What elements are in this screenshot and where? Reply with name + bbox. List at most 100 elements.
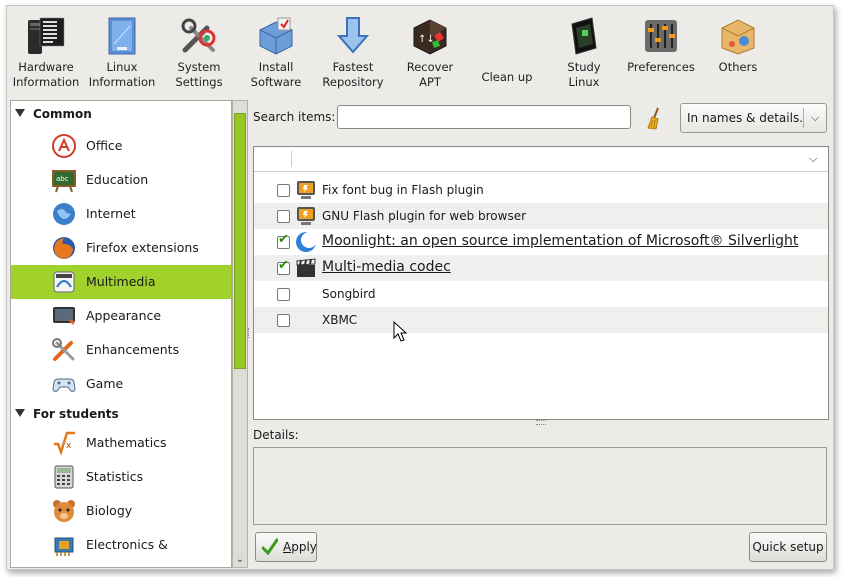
gamepad-icon — [52, 378, 76, 392]
expander-triangle-icon[interactable] — [15, 109, 25, 117]
list-item[interactable]: XBMC — [254, 307, 828, 333]
recover-apt-icon: ↑↓ — [413, 19, 447, 55]
category-header-for-students[interactable]: For students — [11, 403, 231, 425]
sidebar-item-label: Education — [86, 172, 149, 187]
sidebar-item-office[interactable]: Office — [11, 129, 231, 163]
splitter-handle[interactable] — [536, 420, 546, 425]
sidebar-item-multimedia[interactable]: Multimedia — [11, 265, 231, 299]
checkmark-icon: ✔ — [278, 232, 289, 247]
sidebar-item-label: Firefox extensions — [86, 240, 199, 255]
search-mode-select[interactable]: In names & details. ⌵ — [680, 103, 827, 133]
apply-label: Apply — [283, 533, 317, 561]
sidebar-item-label: Biology — [86, 503, 133, 518]
others-icon — [721, 19, 755, 55]
toolbar-install-software[interactable]: Install Software — [238, 10, 314, 90]
toolbar-label: Linux Information — [88, 60, 156, 89]
item-checkbox[interactable] — [277, 288, 290, 301]
checkmark-icon: ✔ — [278, 258, 289, 273]
item-checkbox[interactable] — [277, 210, 290, 223]
item-label: Fix font bug in Flash plugin — [322, 183, 484, 197]
list-item[interactable]: ✔ Multi-media codec — [254, 255, 828, 281]
item-label: GNU Flash plugin for web browser — [322, 209, 527, 223]
preferences-icon — [645, 20, 677, 52]
sidebar-item-enhancements[interactable]: Enhancements — [11, 333, 231, 367]
toolbar-label: Fastest Repository — [322, 60, 384, 89]
multimedia-icon — [53, 271, 75, 293]
sidebar-item-statistics[interactable]: Statistics — [11, 460, 231, 494]
item-checkbox[interactable] — [277, 314, 290, 327]
sidebar-item-firefox-extensions[interactable]: Firefox extensions — [11, 231, 231, 265]
sidebar-item-label: Electronics & Mechanics — [86, 537, 168, 552]
toolbar-system-settings[interactable]: System Settings — [161, 10, 237, 90]
chevron-down-icon[interactable]: ⌵ — [809, 152, 817, 166]
search-label: Search items: — [253, 110, 336, 124]
sidebar-item-game[interactable]: Game — [11, 367, 231, 401]
toolbar-label: Install Software — [250, 60, 302, 89]
sidebar-item-education[interactable]: abc Education — [11, 163, 231, 197]
toolbar-others[interactable]: Others — [700, 10, 776, 75]
expander-triangle-icon[interactable] — [15, 409, 25, 417]
apply-check-icon — [262, 538, 278, 556]
clear-search-broom-icon[interactable] — [644, 106, 666, 130]
list-item[interactable]: Fix font bug in Flash plugin — [254, 177, 828, 203]
search-mode-value: In names & details. — [687, 111, 804, 125]
sidebar-item-label: Office — [86, 138, 123, 153]
toolbar-linux-information[interactable]: Linux Information — [84, 10, 160, 90]
study-linux-icon — [571, 17, 597, 55]
sidebar-item-internet[interactable]: Internet — [11, 197, 231, 231]
fastest-repo-icon — [336, 17, 370, 54]
mouse-cursor-icon — [393, 321, 407, 342]
toolbar-study-linux[interactable]: Study Linux — [546, 10, 622, 90]
toolbar-recover-apt[interactable]: ↑↓ Recover APT — [392, 10, 468, 90]
sidebar-item-label: Enhancements — [86, 342, 180, 357]
calculator-icon — [54, 465, 74, 489]
list-header[interactable]: ⌵ — [254, 147, 828, 172]
sidebar-item-label: Game — [86, 376, 124, 391]
toolbar-label: Hardware Information — [12, 60, 80, 89]
list-item[interactable]: ✔ Moonlight: an open source implementati… — [254, 229, 828, 255]
sidebar-item-label: Internet — [86, 206, 136, 221]
toolbar-label: System Settings — [175, 60, 223, 89]
details-label: Details: — [253, 428, 299, 442]
chevron-down-icon: ⌵ — [811, 111, 820, 124]
category-title: For students — [33, 407, 119, 421]
sidebar-item-electronics-mechanics[interactable]: Electronics & Mechanics — [11, 528, 231, 562]
toolbar-preferences[interactable]: Preferences — [623, 10, 699, 75]
sidebar-item-mathematics[interactable]: x Mathematics — [11, 426, 231, 460]
list-item[interactable]: GNU Flash plugin for web browser — [254, 203, 828, 229]
toolbar-label: Recover APT — [406, 60, 454, 89]
scroll-down-arrow-icon[interactable]: ⌄ — [234, 554, 246, 566]
item-label: Moonlight: an open source implementation… — [322, 233, 799, 249]
flash-plugin-icon — [297, 181, 315, 199]
toolbar-label: Others — [718, 60, 758, 74]
svg-text:↑↓: ↑↓ — [418, 34, 435, 45]
list-item[interactable]: Songbird — [254, 281, 828, 307]
firefox-icon — [53, 237, 75, 259]
bear-icon — [53, 500, 75, 522]
sidebar-item-biology[interactable]: Biology — [11, 494, 231, 528]
item-checkbox[interactable]: ✔ — [277, 258, 290, 275]
toolbar-hardware-information[interactable]: Hardware Information — [8, 10, 84, 90]
mathematics-icon: x — [54, 431, 75, 456]
category-sidebar: Common Office abc Education Internet Fir… — [10, 100, 232, 568]
sidebar-item-label: Mathematics — [86, 435, 167, 450]
quick-setup-button[interactable]: Quick setup — [749, 532, 827, 562]
apply-button[interactable]: Apply — [255, 532, 317, 562]
combo-separator — [803, 108, 804, 128]
education-icon: abc — [52, 170, 76, 193]
svg-text:x: x — [66, 441, 72, 451]
search-input[interactable] — [337, 105, 631, 129]
scrollbar-thumb[interactable] — [234, 113, 246, 369]
linux-info-icon — [108, 17, 136, 55]
item-checkbox[interactable] — [277, 184, 290, 197]
clapperboard-icon — [296, 258, 316, 277]
toolbar-fastest-repository[interactable]: Fastest Repository — [315, 10, 391, 90]
sidebar-scrollbar[interactable]: ⌄ — [232, 100, 248, 568]
item-checkbox[interactable]: ✔ — [277, 232, 290, 249]
toolbar-clean-up[interactable]: Clean up — [469, 10, 545, 85]
office-icon — [52, 134, 76, 158]
column-separator — [291, 151, 292, 167]
category-header-common[interactable]: Common — [11, 103, 231, 125]
sidebar-item-appearance[interactable]: Appearance — [11, 299, 231, 333]
item-label: Songbird — [322, 287, 376, 301]
